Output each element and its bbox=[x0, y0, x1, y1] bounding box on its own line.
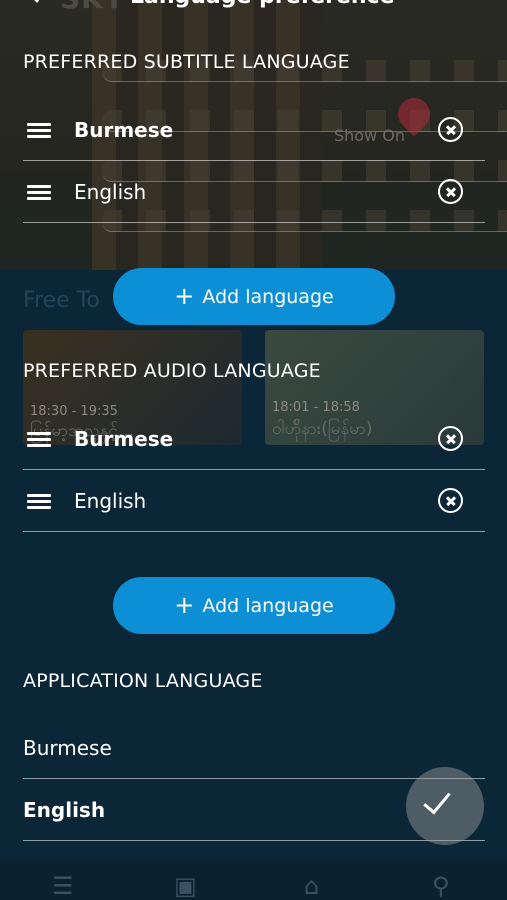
language-label: Burmese bbox=[23, 736, 112, 760]
drag-handle-icon[interactable] bbox=[27, 494, 51, 509]
add-language-label: Add language bbox=[202, 285, 334, 308]
back-arrow-icon[interactable] bbox=[27, 0, 47, 3]
language-label: English bbox=[74, 180, 147, 204]
subtitle-language-row[interactable]: Burmese bbox=[23, 99, 485, 161]
drag-handle-icon[interactable] bbox=[27, 123, 51, 138]
language-label: English bbox=[23, 798, 106, 822]
remove-circle-icon[interactable] bbox=[438, 488, 463, 513]
bottom-nav bbox=[0, 860, 507, 900]
check-icon bbox=[423, 785, 451, 815]
header: SKY Language preference bbox=[0, 0, 507, 16]
drag-handle-icon[interactable] bbox=[27, 185, 51, 200]
tv-icon: ▣ bbox=[174, 872, 197, 900]
language-label: Burmese bbox=[74, 118, 174, 142]
home-icon: ⌂ bbox=[304, 872, 320, 900]
menu-icon: ☰ bbox=[52, 872, 74, 900]
plus-icon: + bbox=[174, 281, 195, 310]
application-section-heading: APPLICATION LANGUAGE bbox=[23, 670, 263, 692]
logo: SKY bbox=[60, 0, 125, 15]
audio-language-row[interactable]: Burmese bbox=[23, 408, 485, 470]
remove-circle-icon[interactable] bbox=[438, 179, 463, 204]
add-language-label: Add language bbox=[202, 594, 334, 617]
drag-handle-icon[interactable] bbox=[27, 432, 51, 447]
language-label: English bbox=[74, 489, 147, 513]
language-label: Burmese bbox=[74, 427, 174, 451]
audio-language-row[interactable]: English bbox=[23, 470, 485, 532]
plus-icon: + bbox=[174, 590, 195, 619]
add-subtitle-language-button[interactable]: + Add language bbox=[113, 268, 395, 325]
remove-circle-icon[interactable] bbox=[438, 426, 463, 451]
application-language-option[interactable]: Burmese bbox=[23, 717, 485, 779]
search-icon: ⚲ bbox=[432, 872, 450, 900]
subtitle-section-heading: PREFERRED SUBTITLE LANGUAGE bbox=[23, 51, 350, 73]
selected-indicator bbox=[406, 767, 484, 845]
background-section-label: Free To bbox=[23, 288, 100, 313]
subtitle-language-row[interactable]: English bbox=[23, 161, 485, 223]
audio-section-heading: PREFERRED AUDIO LANGUAGE bbox=[23, 360, 321, 382]
add-audio-language-button[interactable]: + Add language bbox=[113, 577, 395, 634]
remove-circle-icon[interactable] bbox=[438, 117, 463, 142]
page-title: Language preference bbox=[130, 0, 395, 9]
